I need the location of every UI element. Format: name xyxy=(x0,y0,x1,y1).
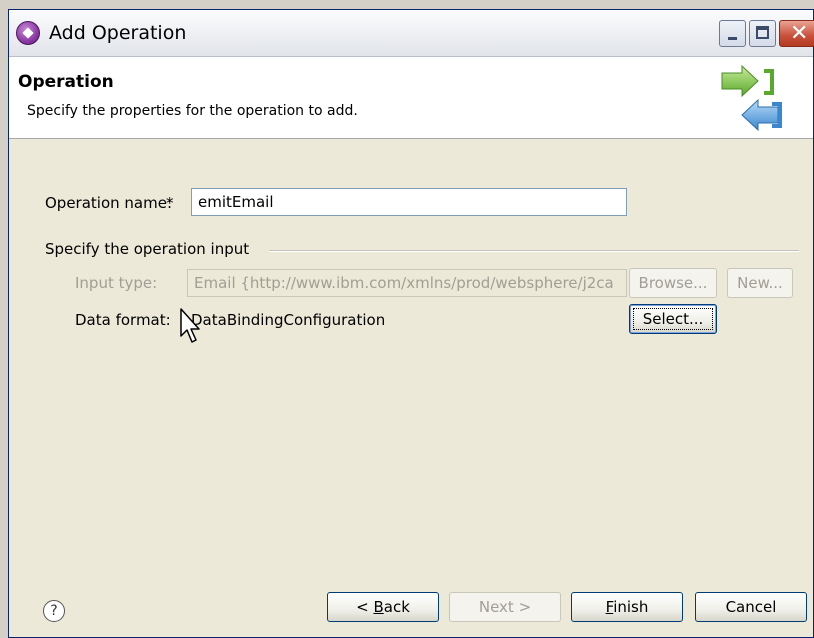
page-title: Operation xyxy=(18,72,114,92)
select-data-format-button[interactable]: Select... xyxy=(629,304,717,334)
finish-rest: inish xyxy=(613,598,649,616)
window-title: Add Operation xyxy=(49,22,187,44)
maximize-icon xyxy=(756,26,769,39)
operation-name-input[interactable] xyxy=(191,188,627,216)
data-format-label: Data format: xyxy=(75,311,171,329)
back-mnemonic: B xyxy=(373,598,384,616)
back-rest: ack xyxy=(383,598,410,616)
minimize-button[interactable] xyxy=(719,20,746,47)
add-operation-dialog: Add Operation ✕ Operation Specify the pr… xyxy=(8,9,814,638)
minimize-icon xyxy=(728,37,737,40)
wizard-banner: Operation Specify the properties for the… xyxy=(9,57,813,139)
next-button: Next > xyxy=(449,592,561,622)
mouse-cursor-icon xyxy=(180,308,200,343)
wizard-banner-icon xyxy=(721,64,782,132)
browse-button: Browse... xyxy=(629,268,717,298)
new-button: New... xyxy=(727,268,793,298)
operation-name-label: Operation name: xyxy=(45,194,173,212)
operation-input-group-label: Specify the operation input xyxy=(45,240,256,258)
close-icon: ✕ xyxy=(790,21,809,46)
back-prefix: < xyxy=(356,598,374,616)
back-button[interactable]: < Back xyxy=(327,592,439,622)
maximize-button[interactable] xyxy=(749,20,776,47)
select-button-label: Select... xyxy=(633,308,713,330)
app-icon xyxy=(16,21,40,45)
input-type-field: Email {http://www.ibm.com/xmlns/prod/web… xyxy=(187,269,627,297)
data-format-value: DataBindingConfiguration xyxy=(191,311,386,329)
close-button[interactable]: ✕ xyxy=(779,20,814,47)
help-icon[interactable]: ? xyxy=(43,600,65,622)
group-divider xyxy=(269,250,799,252)
cancel-button[interactable]: Cancel xyxy=(695,592,807,622)
required-marker: * xyxy=(166,194,174,212)
finish-button[interactable]: Finish xyxy=(571,592,683,622)
page-description: Specify the properties for the operation… xyxy=(27,103,358,119)
title-bar[interactable]: Add Operation ✕ xyxy=(9,10,814,57)
input-type-label: Input type: xyxy=(75,274,158,292)
